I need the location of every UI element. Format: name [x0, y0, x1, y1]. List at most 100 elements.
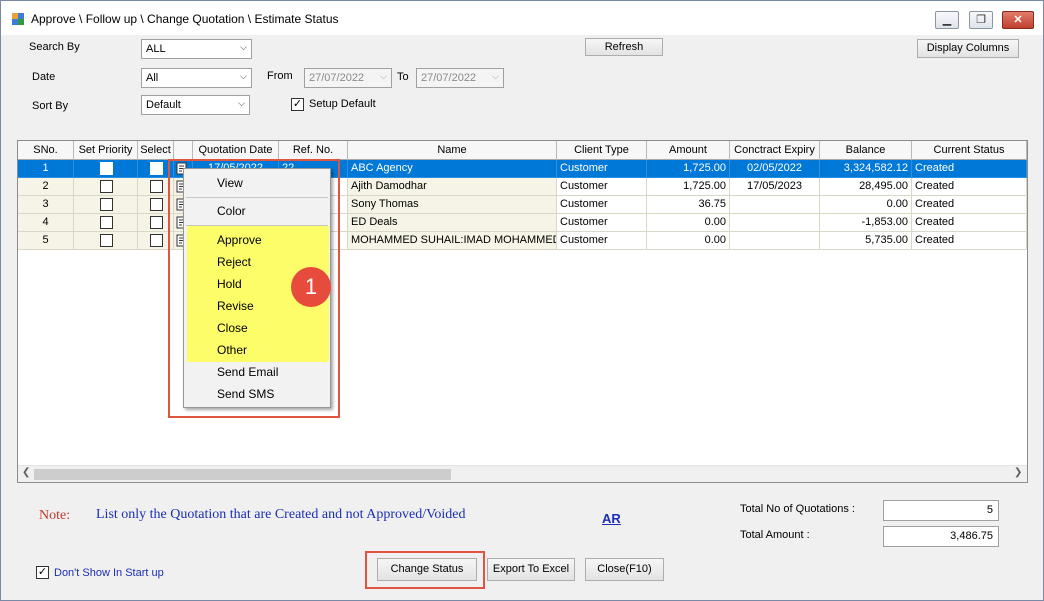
cell-contract-expiry[interactable]: 17/05/2023 — [730, 178, 820, 196]
scroll-left-icon[interactable]: ❮ — [22, 467, 30, 478]
grid-header: SNo. Set Priority Select Quotation Date … — [18, 141, 1027, 160]
cell-sno-text: 2 — [42, 180, 49, 192]
select-checkbox[interactable] — [150, 180, 163, 193]
cell-current-status[interactable]: Created — [912, 232, 1027, 250]
chevron-down-icon: ⌵ — [238, 98, 245, 108]
cell-client-type[interactable]: Customer — [557, 178, 647, 196]
cell-name-text: MOHAMMED SUHAIL:IMAD MOHAMMED — [351, 234, 557, 246]
cell-client-type[interactable]: Customer — [557, 160, 647, 178]
date-label: Date — [32, 71, 56, 83]
column-header-quotation-date[interactable]: Quotation Date — [193, 141, 279, 160]
horizontal-scrollbar[interactable]: ❮ ❯ — [18, 465, 1027, 482]
setup-default-checkbox[interactable]: ✓ — [291, 98, 304, 111]
cell-client-type[interactable]: Customer — [557, 196, 647, 214]
column-header-client-type[interactable]: Client Type — [557, 141, 647, 160]
sort-by-label: Sort By — [32, 100, 69, 112]
cell-contract-expiry[interactable] — [730, 214, 820, 232]
cell-sno[interactable]: 1 — [18, 160, 74, 178]
column-header-balance[interactable]: Balance — [820, 141, 912, 160]
cell-amount[interactable]: 1,725.00 — [647, 178, 730, 196]
column-header-icon[interactable] — [174, 141, 193, 160]
cell-contract-expiry[interactable] — [730, 196, 820, 214]
select-checkbox[interactable] — [150, 198, 163, 211]
dont-show-checkbox[interactable]: ✓ — [36, 566, 49, 579]
cell-amount[interactable]: 36.75 — [647, 196, 730, 214]
column-header-name[interactable]: Name — [348, 141, 557, 160]
cell-amount[interactable]: 0.00 — [647, 214, 730, 232]
cell-sno[interactable]: 2 — [18, 178, 74, 196]
cell-name[interactable]: Ajith Damodhar — [348, 178, 557, 196]
cell-balance-text: 5,735.00 — [865, 234, 908, 246]
column-header-set-priority[interactable]: Set Priority — [74, 141, 138, 160]
select-checkbox[interactable] — [150, 162, 163, 175]
cell-balance[interactable]: 28,495.00 — [820, 178, 912, 196]
cell-client-type-text: Customer — [560, 198, 608, 210]
display-columns-button[interactable]: Display Columns — [917, 39, 1019, 58]
select-checkbox[interactable] — [150, 216, 163, 229]
priority-checkbox[interactable] — [100, 180, 113, 193]
cell-set-priority[interactable] — [74, 196, 138, 214]
column-header-current-status[interactable]: Current Status — [912, 141, 1027, 160]
cell-amount[interactable]: 1,725.00 — [647, 160, 730, 178]
cell-amount-text: 1,725.00 — [683, 180, 726, 192]
cell-contract-expiry-text: 02/05/2022 — [746, 162, 803, 174]
total-quotations-label: Total No of Quotations : — [740, 503, 855, 515]
scrollbar-thumb[interactable] — [34, 469, 451, 480]
cell-current-status[interactable]: Created — [912, 160, 1027, 178]
cell-balance[interactable]: -1,853.00 — [820, 214, 912, 232]
export-excel-button[interactable]: Export To Excel — [487, 558, 575, 581]
window-title: Approve \ Follow up \ Change Quotation \… — [31, 12, 339, 26]
minimize-button[interactable]: ▁ — [935, 11, 959, 29]
restore-button[interactable]: ❐ — [969, 11, 993, 29]
search-by-select[interactable]: ALL ⌵ — [141, 39, 252, 59]
cell-sno[interactable]: 3 — [18, 196, 74, 214]
cell-current-status[interactable]: Created — [912, 214, 1027, 232]
to-date-picker[interactable]: 27/07/2022 ⌵ — [416, 68, 504, 88]
select-checkbox[interactable] — [150, 234, 163, 247]
cell-name[interactable]: ABC Agency — [348, 160, 557, 178]
cell-contract-expiry[interactable] — [730, 232, 820, 250]
column-header-select[interactable]: Select — [138, 141, 174, 160]
cell-name-text: Sony Thomas — [351, 198, 419, 210]
cell-client-type[interactable]: Customer — [557, 214, 647, 232]
cell-client-type-text: Customer — [560, 234, 608, 246]
ar-link[interactable]: AR — [602, 511, 621, 526]
search-by-value: ALL — [146, 43, 166, 55]
search-by-label: Search By — [29, 41, 80, 53]
cell-amount[interactable]: 0.00 — [647, 232, 730, 250]
priority-checkbox[interactable] — [100, 234, 113, 247]
cell-set-priority[interactable] — [74, 178, 138, 196]
column-header-ref-no[interactable]: Ref. No. — [279, 141, 348, 160]
cell-balance[interactable]: 0.00 — [820, 196, 912, 214]
cell-sno[interactable]: 5 — [18, 232, 74, 250]
cell-name[interactable]: Sony Thomas — [348, 196, 557, 214]
cell-current-status[interactable]: Created — [912, 178, 1027, 196]
date-select[interactable]: All ⌵ — [141, 68, 252, 88]
cell-client-type-text: Customer — [560, 180, 608, 192]
priority-checkbox[interactable] — [100, 216, 113, 229]
cell-name-text: Ajith Damodhar — [351, 180, 427, 192]
cell-current-status-text: Created — [915, 180, 955, 192]
cell-client-type[interactable]: Customer — [557, 232, 647, 250]
cell-set-priority[interactable] — [74, 214, 138, 232]
scroll-right-icon[interactable]: ❯ — [1014, 467, 1022, 478]
cell-name[interactable]: MOHAMMED SUHAIL:IMAD MOHAMMED — [348, 232, 557, 250]
priority-checkbox[interactable] — [100, 162, 113, 175]
cell-set-priority[interactable] — [74, 232, 138, 250]
cell-balance[interactable]: 5,735.00 — [820, 232, 912, 250]
refresh-button[interactable]: Refresh — [585, 38, 663, 56]
from-date-picker[interactable]: 27/07/2022 ⌵ — [304, 68, 392, 88]
close-window-button[interactable]: ✕ — [1002, 11, 1034, 29]
cell-set-priority[interactable] — [74, 160, 138, 178]
cell-current-status[interactable]: Created — [912, 196, 1027, 214]
cell-sno[interactable]: 4 — [18, 214, 74, 232]
column-header-sno[interactable]: SNo. — [18, 141, 74, 160]
sort-by-select[interactable]: Default ⌵ — [141, 95, 250, 115]
close-button[interactable]: Close(F10) — [585, 558, 664, 581]
column-header-amount[interactable]: Amount — [647, 141, 730, 160]
cell-name[interactable]: ED Deals — [348, 214, 557, 232]
cell-balance[interactable]: 3,324,582.12 — [820, 160, 912, 178]
column-header-contract-expiry[interactable]: Conctract Expiry — [730, 141, 820, 160]
cell-contract-expiry[interactable]: 02/05/2022 — [730, 160, 820, 178]
priority-checkbox[interactable] — [100, 198, 113, 211]
